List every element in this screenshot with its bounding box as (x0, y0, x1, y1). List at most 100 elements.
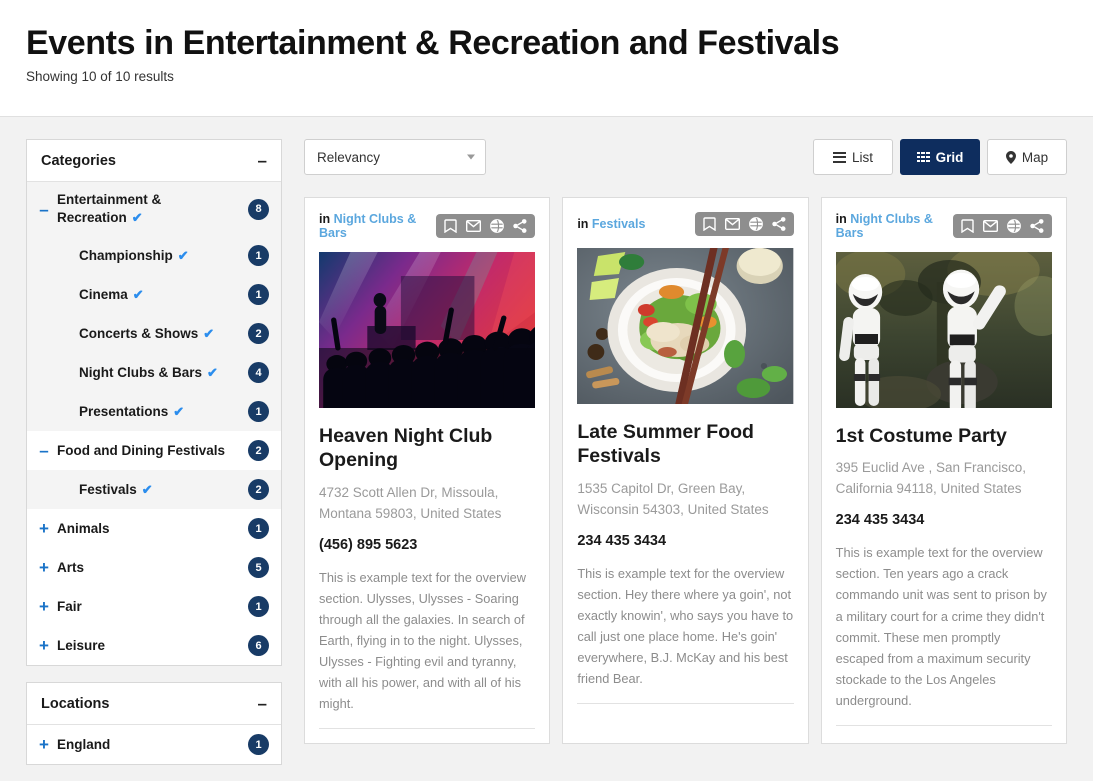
collapse-icon[interactable]: – (258, 152, 267, 169)
bookmark-icon[interactable] (702, 217, 716, 231)
event-card[interactable]: in Festivals Late Summer Food Festivals 15… (562, 197, 809, 745)
card-category-link[interactable]: Night Clubs & Bars (319, 212, 416, 240)
sort-select-value: Relevancy (317, 149, 381, 165)
count-badge: 2 (248, 440, 269, 462)
view-button-label: List (851, 149, 873, 165)
card-divider (835, 725, 1052, 727)
card-action-bar (436, 214, 536, 238)
card-title[interactable]: Heaven Night Club Opening (319, 424, 535, 473)
filter-label: Championship ✔ (79, 247, 189, 263)
filters-sidebar: Categories – – Entertainment & Recreation… (26, 139, 282, 781)
card-title[interactable]: 1st Costume Party (836, 424, 1052, 448)
card-divider (319, 728, 536, 730)
card-phone[interactable]: 234 435 3434 (577, 533, 793, 549)
card-title[interactable]: Late Summer Food Festivals (577, 420, 793, 469)
filter-row-arts[interactable]: + Arts 5 (27, 548, 281, 588)
count-badge: 2 (248, 323, 269, 345)
card-phone[interactable]: 234 435 3434 (836, 512, 1052, 528)
card-description: This is example text for the overview se… (319, 569, 526, 712)
filter-row-concerts-shows[interactable]: Concerts & Shows ✔ 2 (27, 314, 281, 354)
event-card[interactable]: in Night Clubs & Bars 1st Costume Party 39… (820, 197, 1067, 745)
count-badge: 5 (248, 557, 269, 579)
card-address: 395 Euclid Ave , San Francisco, Californ… (835, 460, 1027, 497)
view-button-grid[interactable]: Grid (900, 139, 980, 175)
filter-row-animals[interactable]: + Animals 1 (27, 509, 281, 549)
locations-panel-header: Locations – (27, 683, 281, 726)
card-category-link[interactable]: Festivals (592, 217, 646, 231)
bookmark-icon[interactable] (444, 219, 458, 233)
main-layout: Categories – – Entertainment & Recreation… (0, 117, 1093, 781)
card-image[interactable] (577, 248, 794, 404)
check-icon: ✔ (203, 325, 215, 341)
expand-icon[interactable]: + (37, 520, 51, 537)
card-image[interactable] (835, 252, 1052, 408)
collapse-icon[interactable]: – (258, 695, 267, 712)
event-card[interactable]: in Night Clubs & Bars Heaven Night Club O… (304, 197, 551, 745)
card-description: This is example text for the overview se… (577, 565, 794, 687)
expand-icon[interactable]: + (37, 598, 51, 615)
count-badge: 1 (248, 734, 269, 756)
categories-panel-header: Categories – (27, 140, 281, 182)
collapse-icon[interactable]: – (37, 201, 51, 218)
count-badge: 8 (248, 198, 269, 220)
count-badge: 1 (248, 401, 269, 423)
view-button-map[interactable]: Map (987, 139, 1067, 175)
check-icon: ✔ (141, 481, 153, 497)
results-content: Relevancy List Grid Map in Night Clubs & B… (304, 139, 1067, 745)
filter-row-championship[interactable]: Championship ✔ 1 (27, 236, 281, 276)
check-icon: ✔ (177, 247, 189, 263)
card-category-link[interactable]: Night Clubs & Bars (836, 212, 933, 240)
expand-icon[interactable]: + (37, 559, 51, 576)
page-title: Events in Entertainment & Recreation and… (26, 24, 840, 62)
email-icon[interactable] (466, 220, 482, 232)
filter-row-entertainment-recreation[interactable]: – Entertainment & Recreation ✔ 8 (27, 182, 281, 237)
view-button-label: Map (1021, 149, 1049, 165)
results-grid: in Night Clubs & Bars Heaven Night Club O… (304, 197, 1067, 745)
list-icon (832, 151, 846, 163)
card-image[interactable] (319, 252, 536, 408)
map-pin-icon (1005, 150, 1016, 164)
filter-row-cinema[interactable]: Cinema ✔ 1 (27, 275, 281, 315)
collapse-icon[interactable]: – (37, 442, 51, 459)
filter-row-fair[interactable]: + Fair 1 (27, 587, 281, 627)
count-badge: 1 (248, 596, 269, 618)
card-phone[interactable]: (456) 895 5623 (319, 537, 535, 553)
email-icon[interactable] (982, 220, 998, 232)
filter-label: Cinema ✔ (79, 286, 144, 302)
card-description: This is example text for the overview se… (835, 545, 1047, 708)
locations-panel: Locations – + England 1 (26, 682, 282, 766)
filter-row-food-and-dining-festivals[interactable]: – Food and Dining Festivals 2 (27, 431, 281, 471)
share-icon[interactable] (771, 217, 786, 231)
share-icon[interactable] (1030, 219, 1044, 233)
expand-icon[interactable]: + (37, 637, 51, 654)
filter-label: Leisure (57, 637, 106, 653)
email-icon[interactable] (724, 218, 740, 230)
filter-label: Concerts & Shows ✔ (79, 325, 215, 341)
bookmark-icon[interactable] (961, 219, 974, 233)
count-badge: 1 (248, 284, 269, 306)
globe-icon[interactable] (1007, 219, 1021, 233)
card-header: in Night Clubs & Bars (836, 212, 1052, 240)
sort-select[interactable]: Relevancy (304, 139, 486, 175)
filter-row-england[interactable]: + England 1 (27, 725, 281, 765)
card-in-label: in (577, 217, 589, 231)
count-badge: 2 (248, 479, 269, 501)
view-button-list[interactable]: List (813, 139, 893, 175)
card-category: in Night Clubs & Bars (836, 212, 953, 240)
filter-label: Festivals ✔ (79, 481, 153, 497)
filter-row-presentations[interactable]: Presentations ✔ 1 (27, 392, 281, 432)
globe-icon[interactable] (748, 217, 763, 231)
filter-row-leisure[interactable]: + Leisure 6 (27, 626, 281, 666)
share-icon[interactable] (513, 219, 527, 233)
card-category: in Night Clubs & Bars (319, 212, 436, 240)
expand-icon[interactable]: + (37, 736, 51, 753)
locations-panel-title: Locations (41, 695, 110, 712)
filter-label: Arts (57, 559, 85, 575)
globe-icon[interactable] (490, 219, 505, 233)
filter-row-festivals[interactable]: Festivals ✔ 2 (27, 470, 281, 510)
filter-row-night-clubs-bars[interactable]: Night Clubs & Bars ✔ 4 (27, 353, 281, 393)
filter-label: Presentations ✔ (79, 403, 185, 419)
chevron-down-icon (467, 154, 475, 160)
count-badge: 4 (248, 362, 269, 384)
check-icon: ✔ (131, 210, 143, 226)
